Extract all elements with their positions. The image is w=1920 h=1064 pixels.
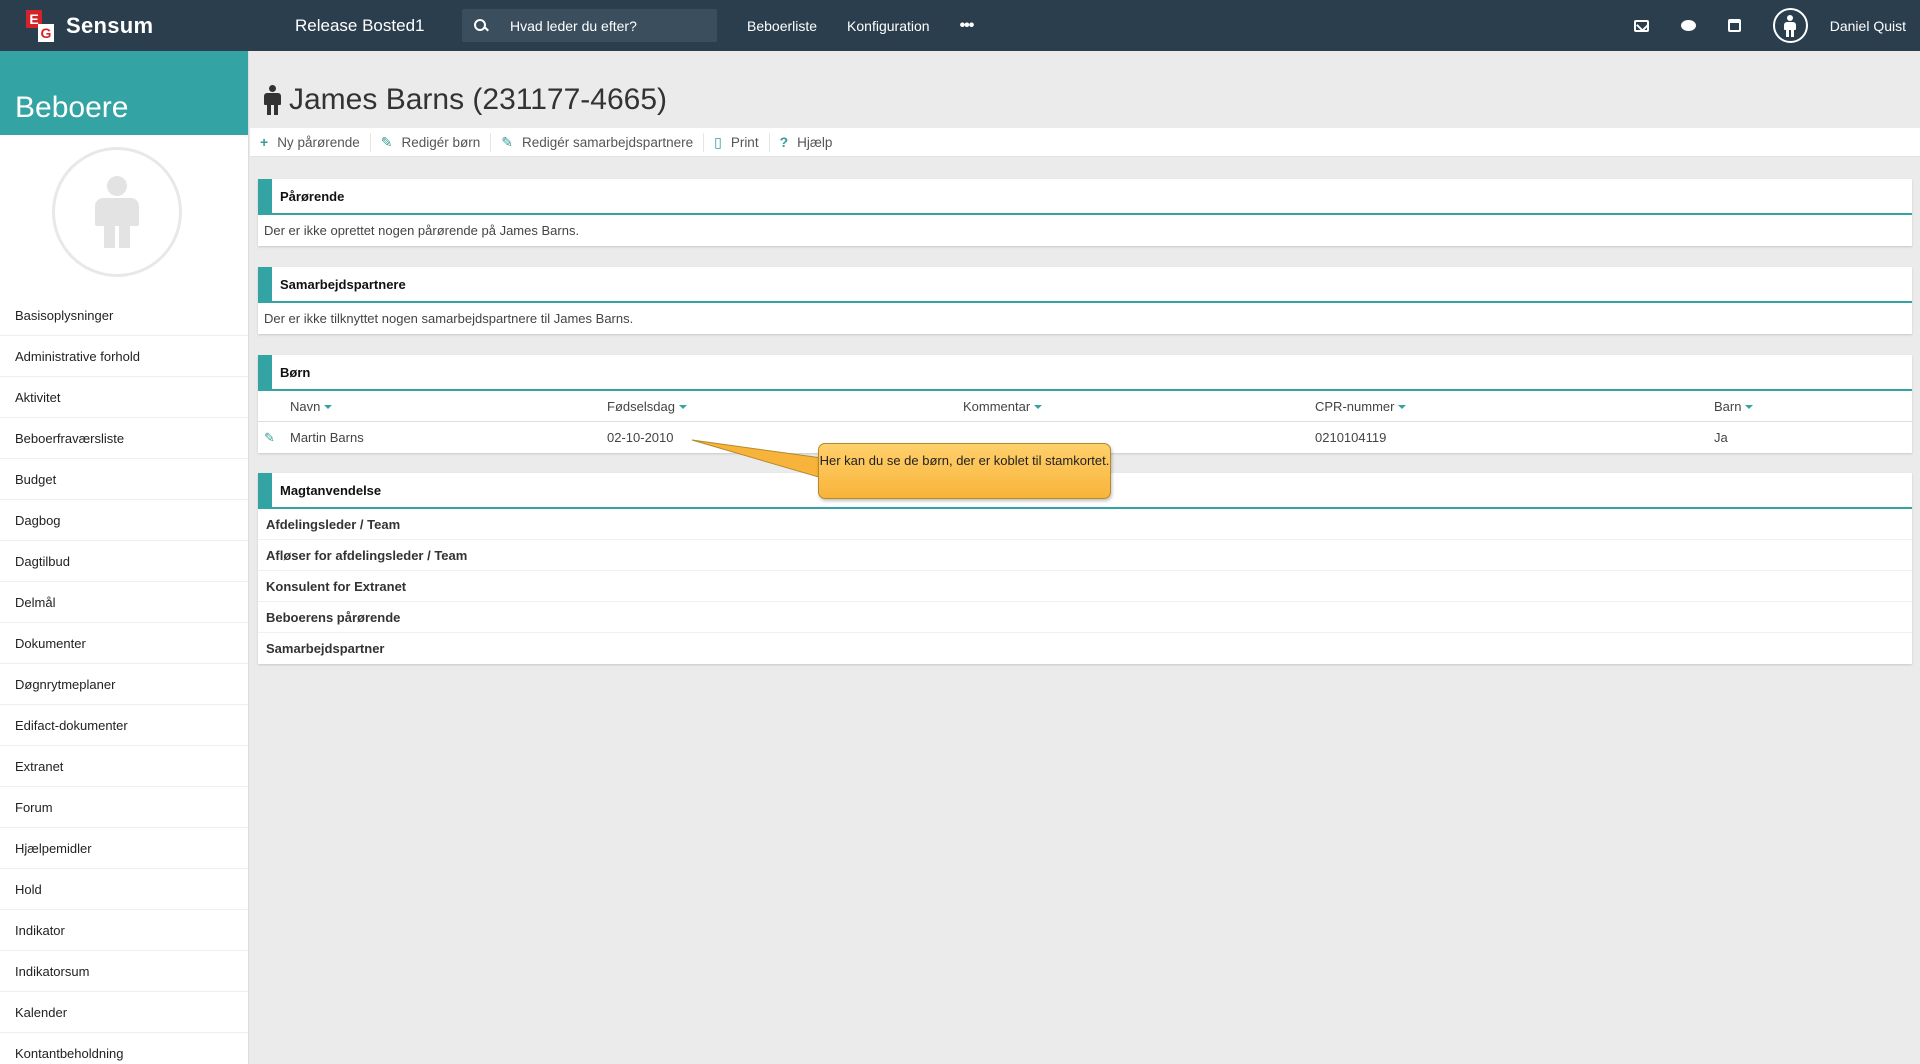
children-panel: Børn Navn Fødselsdag Kommentar CPR-numme… — [258, 355, 1912, 453]
search-input[interactable] — [510, 17, 700, 34]
column-header-fodselsdag[interactable]: Fødselsdag — [607, 399, 687, 414]
sidebar-item-kalender[interactable]: Kalender — [0, 992, 248, 1033]
sidebar-item-dokumenter[interactable]: Dokumenter — [0, 623, 248, 664]
search-icon — [474, 18, 488, 33]
edit-partners-button[interactable]: ✎ Redigér samarbejdspartnere — [501, 132, 705, 152]
sidebar-item-budget[interactable]: Budget — [0, 459, 248, 500]
page-title-text: James Barns (231177-4665) — [289, 82, 667, 116]
new-relative-button[interactable]: + Ny pårørende — [260, 132, 371, 152]
sidebar-item-forum[interactable]: Forum — [0, 787, 248, 828]
relatives-title: Pårørende — [258, 179, 1912, 215]
sidebar-item-beboerfravaersliste[interactable]: Beboerfraværsliste — [0, 418, 248, 459]
action-toolbar: + Ny pårørende ✎ Redigér børn ✎ Redigér … — [250, 128, 1920, 157]
top-right-actions: Daniel Quist — [1633, 0, 1920, 51]
child-birthday: 02-10-2010 — [607, 430, 674, 445]
sidebar-item-dognrytmeplaner[interactable]: Døgnrytmeplaner — [0, 664, 248, 705]
pencil-icon: ✎ — [501, 133, 513, 150]
pdf-icon: ▯ — [714, 133, 722, 150]
relatives-empty-text: Der er ikke oprettet nogen pårørende på … — [264, 223, 580, 238]
sidebar-item-delmaal[interactable]: Delmål — [0, 582, 248, 623]
edit-row-pencil-icon[interactable]: ✎ — [264, 430, 275, 446]
mail-icon[interactable] — [1633, 19, 1649, 32]
child-is-child: Ja — [1714, 430, 1728, 445]
chat-icon[interactable] — [1680, 20, 1696, 31]
plus-icon: + — [260, 134, 269, 150]
search-box[interactable] — [462, 9, 717, 42]
nav-beboerliste[interactable]: Beboerliste — [747, 18, 817, 34]
sort-caret-icon — [324, 405, 333, 410]
child-name: Martin Barns — [290, 430, 364, 445]
edit-partners-label: Redigér samarbejdspartnere — [522, 134, 694, 150]
sidebar-item-extranet[interactable]: Extranet — [0, 746, 248, 787]
force-row-afdelingsleder[interactable]: Afdelingsleder / Team — [258, 509, 1912, 540]
partners-title: Samarbejdspartnere — [258, 267, 1912, 303]
help-callout: Her kan du se de børn, der er koblet til… — [818, 443, 1111, 499]
sidebar-item-hjaelpemidler[interactable]: Hjælpemidler — [0, 828, 248, 869]
sidebar-item-indikatorsum[interactable]: Indikatorsum — [0, 951, 248, 992]
print-button[interactable]: ▯ Print — [714, 132, 770, 152]
force-panel: Magtanvendelse Afdelingsleder / Team Afl… — [258, 473, 1912, 664]
help-label: Hjælp — [797, 134, 833, 150]
children-title: Børn — [258, 355, 1912, 391]
sidebar-item-aktivitet[interactable]: Aktivitet — [0, 377, 248, 418]
force-row-parorende[interactable]: Beboerens pårørende — [258, 602, 1912, 633]
edit-children-button[interactable]: ✎ Redigér børn — [380, 132, 492, 152]
print-label: Print — [730, 134, 759, 150]
force-row-afloser[interactable]: Afløser for afdelingsleder / Team — [258, 540, 1912, 571]
relatives-panel: Pårørende Der er ikke oprettet nogen pår… — [258, 179, 1912, 246]
resident-avatar — [52, 147, 182, 277]
column-header-navn[interactable]: Navn — [290, 399, 333, 414]
username[interactable]: Daniel Quist — [1830, 18, 1906, 34]
sidebar-item-administrative-forhold[interactable]: Administrative forhold — [0, 336, 248, 377]
column-header-cpr[interactable]: CPR-nummer — [1315, 399, 1407, 414]
brand[interactable]: E G Sensum — [0, 0, 250, 51]
sidebar-item-indikator[interactable]: Indikator — [0, 910, 248, 951]
sidebar-item-hold[interactable]: Hold — [0, 869, 248, 910]
edit-children-label: Redigér børn — [401, 134, 481, 150]
eg-logo: E G — [26, 9, 54, 42]
page-title: James Barns (231177-4665) — [250, 51, 1920, 128]
top-navigation-bar: E G Sensum Release Bosted1 Beboerliste K… — [0, 0, 1920, 51]
sidebar-item-basisoplysninger[interactable]: Basisoplysninger — [0, 295, 248, 336]
partners-panel: Samarbejdspartnere Der er ikke tilknytte… — [258, 267, 1912, 334]
column-header-barn[interactable]: Barn — [1714, 399, 1754, 414]
children-table-header: Navn Fødselsdag Kommentar CPR-nummer Bar… — [258, 391, 1912, 422]
sort-caret-icon — [1034, 405, 1043, 410]
new-relative-label: Ny pårørende — [277, 134, 360, 150]
more-menu-icon[interactable]: ••• — [960, 17, 975, 35]
user-avatar-icon[interactable] — [1772, 8, 1808, 43]
help-icon: ? — [779, 134, 789, 150]
sidebar-title: Beboere — [0, 51, 248, 135]
person-icon — [264, 84, 281, 115]
pencil-icon: ✎ — [380, 133, 393, 150]
sidebar-item-edifact-dokumenter[interactable]: Edifact-dokumenter — [0, 705, 248, 746]
force-row-samarbejdspartner[interactable]: Samarbejdspartner — [258, 633, 1912, 664]
sidebar-menu: Basisoplysninger Administrative forhold … — [0, 295, 248, 1064]
column-header-kommentar[interactable]: Kommentar — [963, 399, 1043, 414]
brand-name: Sensum — [66, 12, 154, 38]
sidebar-item-dagtilbud[interactable]: Dagtilbud — [0, 541, 248, 582]
force-row-konsulent[interactable]: Konsulent for Extranet — [258, 571, 1912, 602]
sort-caret-icon — [678, 405, 687, 410]
sidebar-item-dagbog[interactable]: Dagbog — [0, 500, 248, 541]
nav-konfiguration[interactable]: Konfiguration — [847, 18, 930, 34]
sort-caret-icon — [1398, 405, 1407, 410]
person-icon — [95, 176, 139, 248]
release-title[interactable]: Release Bosted1 — [295, 16, 462, 36]
logo-letter-g: G — [38, 23, 54, 42]
sort-caret-icon — [1745, 405, 1754, 410]
sidebar: Beboere Basisoplysninger Administrative … — [0, 51, 249, 1064]
main-content: James Barns (231177-4665) + Ny pårørende… — [250, 51, 1920, 157]
calendar-icon[interactable] — [1727, 19, 1741, 32]
sidebar-item-kontantbeholdning[interactable]: Kontantbeholdning — [0, 1033, 248, 1064]
partners-empty-text: Der er ikke tilknyttet nogen samarbejdsp… — [264, 311, 634, 326]
child-cpr: 0210104119 — [1315, 430, 1387, 445]
help-button[interactable]: ? Hjælp — [780, 133, 843, 152]
